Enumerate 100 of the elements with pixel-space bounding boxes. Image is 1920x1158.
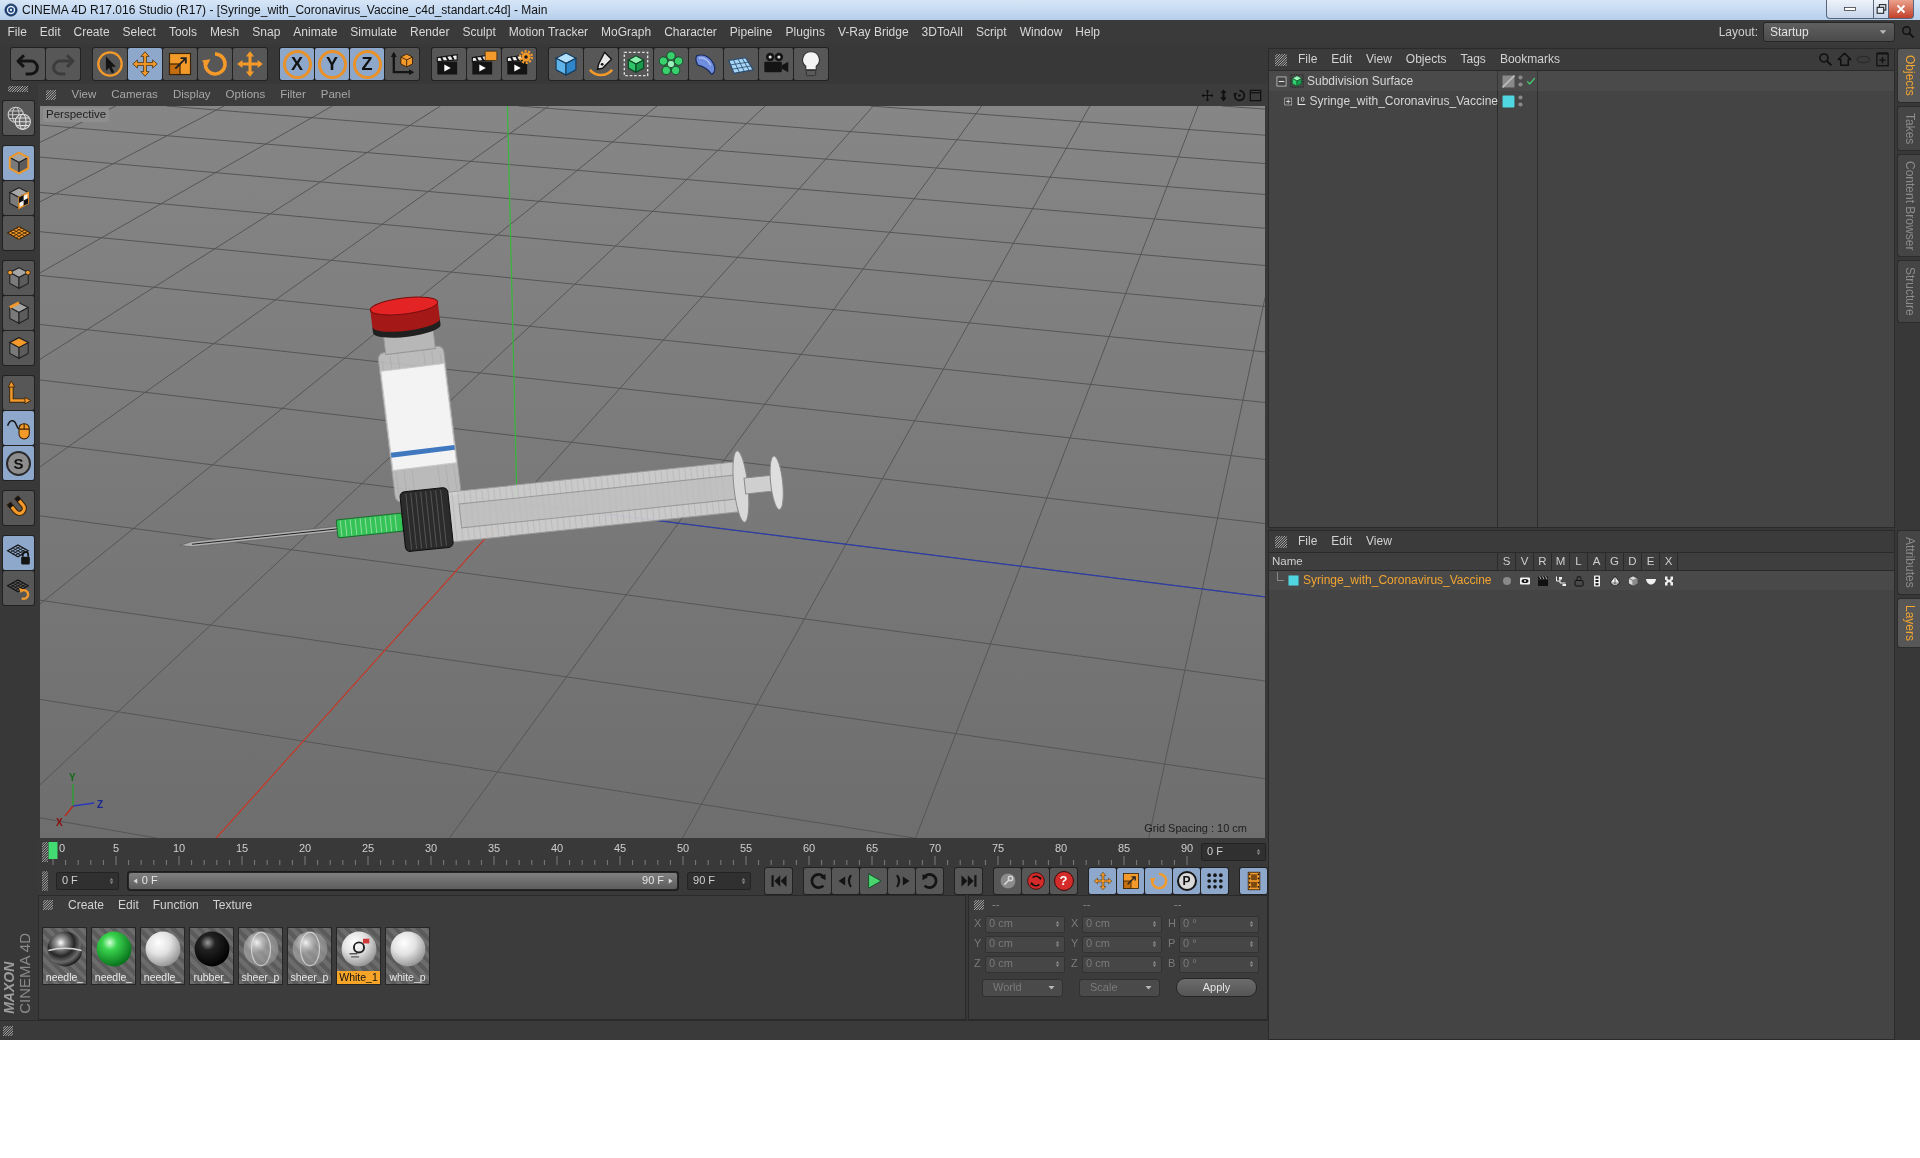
restore-button[interactable] <box>1874 0 1889 19</box>
viewport-menu-item[interactable]: Filter <box>272 88 314 102</box>
menu-item[interactable]: Motion Tracker <box>502 24 595 40</box>
column-header[interactable]: G <box>1606 553 1624 571</box>
material-tile[interactable]: needle_ <box>42 927 87 985</box>
subdivision-button[interactable] <box>619 48 653 80</box>
menu-item[interactable]: MoGraph <box>594 24 658 40</box>
menu-item[interactable]: Help <box>1068 24 1107 40</box>
menu-item[interactable]: Mesh <box>203 24 246 40</box>
menu-item[interactable]: Character <box>657 24 724 40</box>
edges-mode-button[interactable] <box>3 296 34 330</box>
material-tile[interactable]: White_1 <box>336 927 381 985</box>
menu-item[interactable]: Plugins <box>779 24 832 40</box>
viewport-menu-item[interactable]: Panel <box>313 88 358 102</box>
snap-button[interactable] <box>3 491 34 525</box>
viewport-menu-item[interactable]: Options <box>218 88 273 102</box>
column-header[interactable]: Name <box>1269 553 1498 571</box>
live-selection-button[interactable] <box>93 48 127 80</box>
menu-item[interactable]: File <box>1 24 34 40</box>
object-row[interactable]: Syringe_with_Coronavirus_Vaccine <box>1269 91 1894 111</box>
lock-workplane-button[interactable] <box>3 536 34 570</box>
light-button[interactable] <box>794 48 828 80</box>
menu-item[interactable]: V-Ray Bridge <box>831 24 916 40</box>
deformer-button[interactable] <box>689 48 723 80</box>
menu-item[interactable]: Render <box>403 24 456 40</box>
frame-range-bar[interactable]: 0 F 90 F <box>128 872 678 889</box>
recent-tool-button[interactable] <box>233 48 267 80</box>
texture-mode-button[interactable] <box>3 181 34 215</box>
menu-item[interactable]: Create <box>61 897 112 913</box>
layout-dropdown[interactable]: Startup <box>1763 22 1895 42</box>
floor-button[interactable] <box>724 48 758 80</box>
column-header[interactable]: D <box>1624 553 1642 571</box>
menu-item[interactable]: Tools <box>162 24 204 40</box>
start-frame-field[interactable]: 0 F <box>55 871 119 890</box>
prev-key-button[interactable] <box>804 867 831 894</box>
menu-item[interactable]: Snap <box>245 24 287 40</box>
align-workplane-button[interactable] <box>3 571 34 605</box>
material-tile[interactable]: sheer_p <box>287 927 332 985</box>
menu-item[interactable]: Edit <box>33 24 68 40</box>
axis-lock-button[interactable]: X <box>280 48 314 80</box>
side-tab[interactable]: Layers <box>1897 597 1920 648</box>
menu-item[interactable]: Texture <box>205 897 260 913</box>
menu-item[interactable]: Tags <box>1453 52 1493 67</box>
menu-item[interactable]: Objects <box>1398 52 1454 67</box>
play-button[interactable] <box>860 867 887 894</box>
material-tile[interactable]: needle_ <box>91 927 136 985</box>
points-mode-button[interactable] <box>3 261 34 295</box>
make-editable-button[interactable] <box>3 101 34 135</box>
menu-item[interactable]: Window <box>1013 24 1069 40</box>
pen-button[interactable] <box>584 48 618 80</box>
menu-item[interactable]: Simulate <box>343 24 404 40</box>
model-mode-button[interactable] <box>3 146 34 180</box>
axis-lock-button[interactable]: Z <box>350 48 384 80</box>
menu-item[interactable]: File <box>1291 52 1325 67</box>
material-tile[interactable]: sheer_p <box>238 927 283 985</box>
workplane-mode-button[interactable] <box>3 216 34 250</box>
menu-item[interactable]: Edit <box>1324 52 1360 67</box>
render-picture-button[interactable] <box>467 48 501 80</box>
current-frame-marker[interactable] <box>48 842 58 859</box>
menu-item[interactable]: View <box>1359 534 1399 549</box>
render-settings-button[interactable] <box>502 48 536 80</box>
menu-item[interactable]: Edit <box>1324 534 1360 549</box>
end-frame-field[interactable]: 90 F <box>687 871 751 890</box>
record-button[interactable] <box>1022 867 1049 894</box>
column-header[interactable]: R <box>1534 553 1552 571</box>
autokey-button[interactable] <box>994 867 1021 894</box>
timeline-button[interactable] <box>1240 867 1267 894</box>
next-key-button[interactable] <box>916 867 943 894</box>
column-header[interactable]: A <box>1588 553 1606 571</box>
render-view-button[interactable] <box>432 48 466 80</box>
column-header[interactable]: S <box>1498 553 1516 571</box>
key-param-button[interactable]: P <box>1173 867 1200 894</box>
key-pla-button[interactable] <box>1201 867 1228 894</box>
key-move-button[interactable] <box>1089 867 1116 894</box>
scale-button[interactable] <box>163 48 197 80</box>
material-tile[interactable]: white_p <box>385 927 430 985</box>
menu-item[interactable]: Create <box>67 24 117 40</box>
tweak-mode-button[interactable] <box>3 411 34 445</box>
menu-item[interactable]: Script <box>969 24 1014 40</box>
current-frame-field[interactable]: 0 F <box>1201 843 1266 861</box>
minimize-button[interactable] <box>1826 0 1875 19</box>
column-header[interactable]: M <box>1552 553 1570 571</box>
column-header[interactable]: E <box>1642 553 1660 571</box>
rotate-button[interactable] <box>198 48 232 80</box>
menu-item[interactable]: Function <box>145 897 206 913</box>
axis-lock-button[interactable]: Y <box>315 48 349 80</box>
menu-item[interactable]: Animate <box>286 24 344 40</box>
material-tile[interactable]: needle_ <box>140 927 185 985</box>
key-help-button[interactable]: ? <box>1050 867 1077 894</box>
cloner-button[interactable] <box>654 48 688 80</box>
undo-button[interactable] <box>11 48 45 80</box>
viewport-menu-item[interactable]: View <box>64 88 104 102</box>
timeline-ruler[interactable]: 0 5 10 15 20 25 30 35 40 45 50 55 60 65 70 75 80 85 90 <box>48 838 1197 866</box>
move-button[interactable] <box>128 48 162 80</box>
axis-mode-button[interactable] <box>3 376 34 410</box>
viewport-menu-item[interactable]: Display <box>165 88 219 102</box>
menu-item[interactable]: Select <box>116 24 163 40</box>
side-tab[interactable]: Objects <box>1897 48 1920 103</box>
column-header[interactable]: L <box>1570 553 1588 571</box>
solo-button[interactable]: S <box>3 446 34 480</box>
